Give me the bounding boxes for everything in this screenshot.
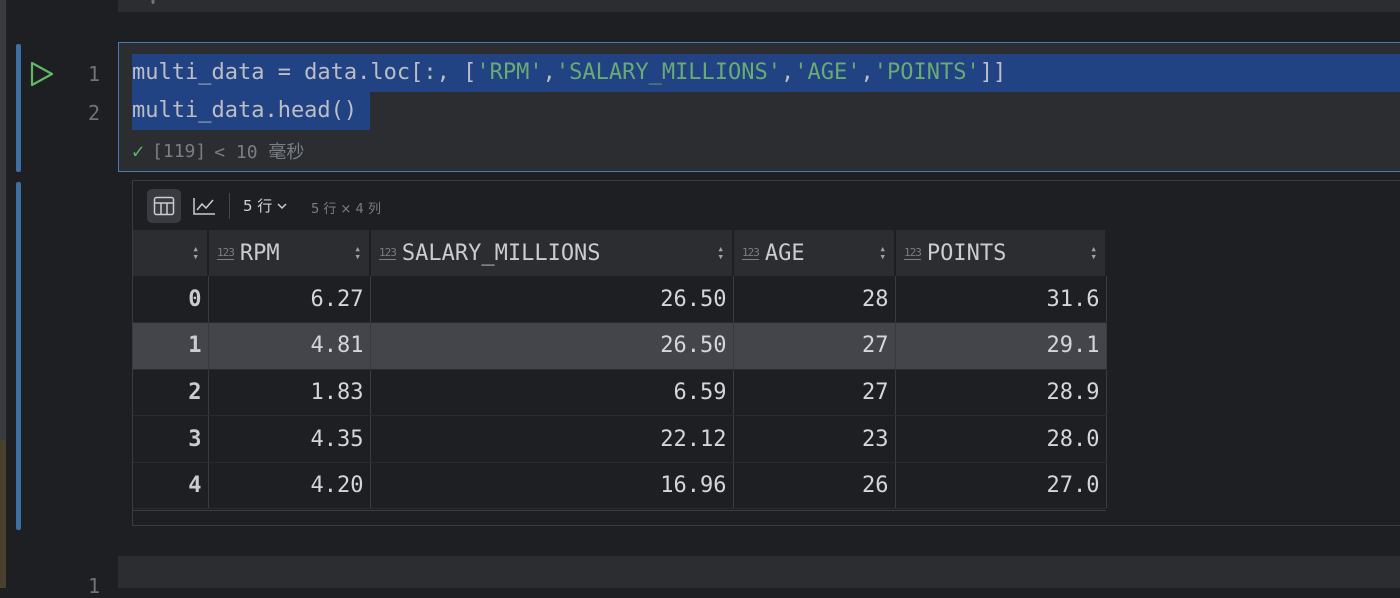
string-literal: 'POINTS'	[873, 60, 980, 85]
execution-status: ✓ [119] < 10 毫秒	[132, 138, 304, 164]
number-type-icon: 123	[217, 245, 235, 260]
sort-icon[interactable]: ▴ ▾	[1090, 243, 1097, 262]
string-literal: 'RPM'	[476, 60, 543, 85]
code-text: ,	[781, 60, 795, 85]
string-literal: 'AGE'	[794, 60, 861, 85]
sort-icon[interactable]: ▴ ▾	[717, 243, 724, 262]
line-number: 1	[87, 62, 100, 86]
chevron-down-icon	[277, 202, 287, 209]
left-edge-panel	[0, 440, 6, 588]
sort-icon[interactable]: ▴ ▾	[192, 243, 199, 262]
rows-selector[interactable]: 5 行	[243, 195, 288, 216]
table-cell[interactable]: 22.12	[370, 415, 734, 463]
index-header[interactable]: ▴ ▾	[133, 230, 209, 276]
code-text: ,	[860, 60, 874, 85]
table-row[interactable]: 3 4.35 22.12 23 28.0	[133, 415, 1107, 463]
row-index: 0	[133, 276, 209, 324]
row-index: 4	[133, 462, 209, 510]
execution-count: [119]	[152, 140, 207, 162]
table-cell[interactable]: 26	[733, 462, 896, 510]
table-cell[interactable]: 26.50	[370, 322, 734, 370]
row-index: 1	[133, 322, 209, 370]
execution-duration: < 10 毫秒	[214, 142, 305, 163]
toolbar-divider	[229, 193, 230, 219]
output-toolbar: 5 行 5 行 × 4 列	[133, 181, 1399, 231]
table-row-highlighted[interactable]: 1 4.81 26.50 27 29.1	[133, 322, 1107, 370]
code-line-1[interactable]: multi_data = data.loc[:, ['RPM','SALARY_…	[132, 54, 1006, 92]
code-line-2[interactable]: multi_data.head()	[132, 92, 357, 130]
column-label: RPM	[239, 240, 280, 266]
run-cell-button[interactable]	[28, 60, 56, 88]
table-cell[interactable]: 16.96	[370, 462, 734, 510]
line-number: 2	[87, 101, 100, 125]
collapse-icon[interactable]: ⇟	[150, 0, 156, 7]
table-cell[interactable]: 28	[733, 276, 896, 324]
left-edge	[0, 0, 6, 440]
number-type-icon: 123	[379, 245, 397, 260]
column-header-salary-millions[interactable]: 123 SALARY_MILLIONS ▴ ▾	[370, 230, 734, 276]
table-header-row: ▴ ▾ 123 RPM ▴ ▾ 123 SALARY_MILLIONS ▴ ▾ 123 AG…	[133, 230, 1107, 276]
table-cell[interactable]: 4.35	[208, 415, 371, 463]
table-row[interactable]: 2 1.83 6.59 27 28.9	[133, 369, 1107, 417]
code-text: multi_data = data.loc[:, [	[132, 60, 477, 85]
column-header-age[interactable]: 123 AGE ▴ ▾	[733, 230, 896, 276]
table-cell[interactable]: 6.27	[208, 276, 371, 324]
column-label: AGE	[764, 240, 805, 266]
table-cell[interactable]: 1.83	[208, 369, 371, 417]
line-number: 1	[87, 574, 100, 598]
table-view-button[interactable]	[147, 189, 181, 223]
column-label: POINTS	[926, 240, 1007, 266]
table-dimensions: 5 行 × 4 列	[311, 202, 381, 217]
string-literal: 'SALARY_MILLIONS'	[555, 60, 782, 85]
table-cell[interactable]: 4.20	[208, 462, 371, 510]
table-view-icon	[153, 196, 175, 216]
next-code-cell[interactable]	[118, 556, 1400, 588]
table-cell[interactable]: 23	[733, 415, 896, 463]
cell-gutter-marker[interactable]	[16, 44, 21, 172]
table-cell[interactable]: 26.50	[370, 276, 734, 324]
run-icon	[30, 61, 54, 87]
table-cell[interactable]: 28.9	[895, 369, 1107, 417]
table-cell[interactable]: 28.0	[895, 415, 1107, 463]
table-cell[interactable]: 27	[733, 322, 896, 370]
previous-cell	[118, 0, 1400, 12]
table-horizontal-scrollbar[interactable]	[133, 510, 1106, 525]
number-type-icon: 123	[904, 245, 922, 260]
sort-icon[interactable]: ▴ ▾	[879, 243, 886, 262]
chart-view-button[interactable]	[187, 189, 221, 223]
row-index: 2	[133, 369, 209, 417]
table-row[interactable]: 4 4.20 16.96 26 27.0	[133, 462, 1107, 510]
code-text: ,	[542, 60, 556, 85]
chart-view-icon	[193, 198, 215, 215]
table-cell[interactable]: 29.1	[895, 322, 1107, 370]
table-row[interactable]: 0 6.27 26.50 28 31.6	[133, 276, 1107, 324]
column-header-points[interactable]: 123 POINTS ▴ ▾	[895, 230, 1107, 276]
table-cell[interactable]: 6.59	[370, 369, 734, 417]
sort-icon[interactable]: ▴ ▾	[354, 243, 361, 262]
table-cell[interactable]: 4.81	[208, 322, 371, 370]
code-text: ]]	[979, 60, 1007, 85]
table-cell[interactable]: 27	[733, 369, 896, 417]
number-type-icon: 123	[742, 245, 760, 260]
output-gutter-marker[interactable]	[16, 182, 21, 530]
rows-selector-label: 5 行	[243, 197, 273, 215]
check-icon: ✓	[132, 139, 145, 163]
column-header-rpm[interactable]: 123 RPM ▴ ▾	[208, 230, 371, 276]
table-cell[interactable]: 31.6	[895, 276, 1107, 324]
table-cell[interactable]: 27.0	[895, 462, 1107, 510]
dataframe-table: ▴ ▾ 123 RPM ▴ ▾ 123 SALARY_MILLIONS ▴ ▾ 123 AG…	[133, 230, 1107, 510]
column-label: SALARY_MILLIONS	[401, 240, 601, 266]
row-index: 3	[133, 415, 209, 463]
